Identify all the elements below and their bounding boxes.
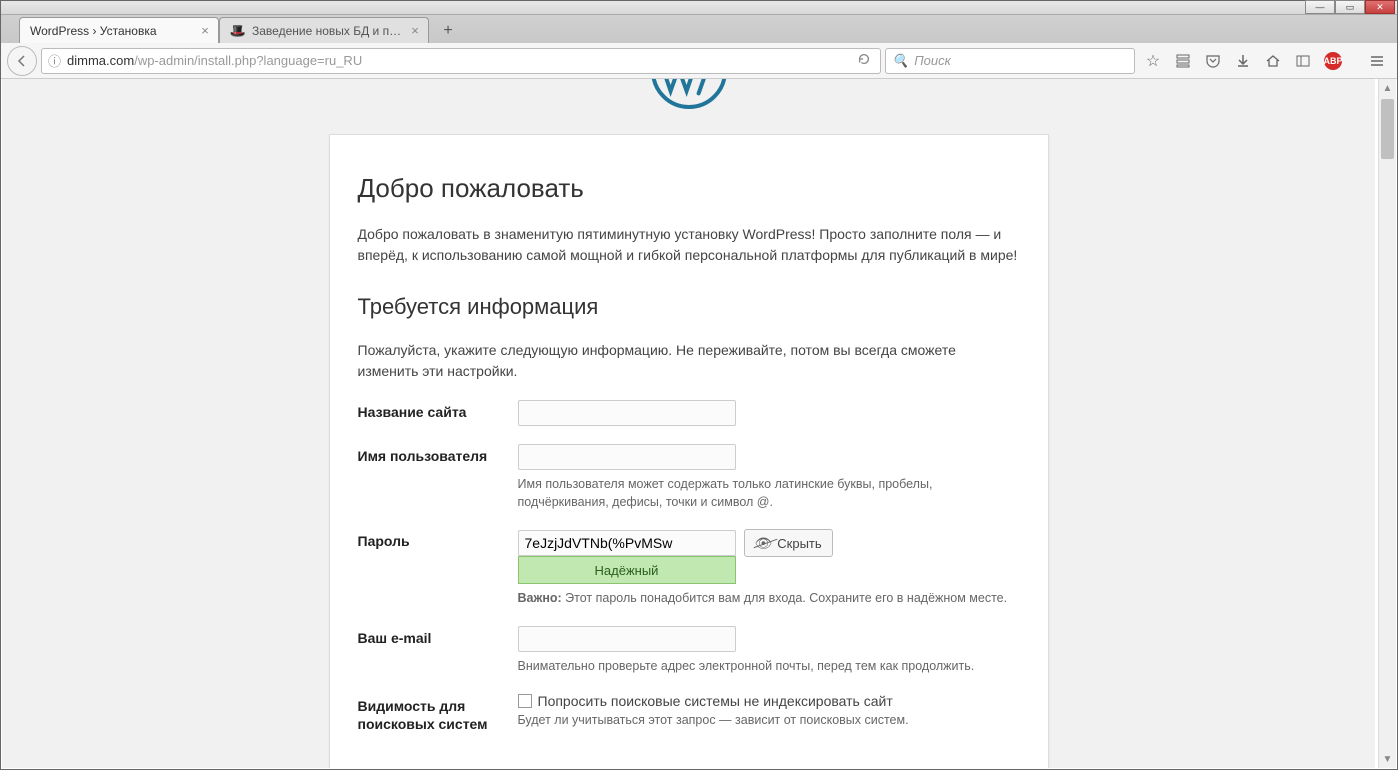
password-input[interactable] xyxy=(518,530,736,556)
browser-tabs-bar: WordPress › Установка × 🎩 Заведение новы… xyxy=(1,15,1397,43)
install-form-box: Добро пожаловать Добро пожаловать в знам… xyxy=(329,134,1049,768)
page-viewport: Добро пожаловать Добро пожаловать в знам… xyxy=(2,79,1375,768)
password-important-text: Этот пароль понадобится вам для входа. С… xyxy=(562,591,1007,605)
wordpress-logo-icon xyxy=(649,79,729,114)
hide-button-label: Скрыть xyxy=(777,536,821,551)
email-label: Ваш e-mail xyxy=(358,626,518,646)
back-button[interactable] xyxy=(7,46,37,76)
password-important-label: Важно: xyxy=(518,591,562,605)
browser-tab-active[interactable]: WordPress › Установка × xyxy=(19,17,219,43)
tab-close-icon[interactable]: × xyxy=(198,24,212,38)
username-hint: Имя пользователя может содержать только … xyxy=(358,476,1020,511)
password-strength-indicator: Надёжный xyxy=(518,556,736,584)
menu-icon[interactable] xyxy=(1363,47,1391,75)
tab-title: Заведение новых БД и по… xyxy=(252,24,404,38)
visibility-label: Видимость для поисковых систем xyxy=(358,693,518,733)
email-hint: Внимательно проверьте адрес электронной … xyxy=(358,658,1020,676)
info-required-text: Пожалуйста, укажите следующую информацию… xyxy=(358,340,1020,382)
reader-list-icon[interactable] xyxy=(1169,47,1197,75)
site-title-input[interactable] xyxy=(518,400,736,426)
tab-close-icon[interactable]: × xyxy=(408,24,422,38)
window-close-button[interactable]: ✕ xyxy=(1365,0,1395,14)
pocket-icon[interactable] xyxy=(1199,47,1227,75)
url-domain: dimma.com xyxy=(67,53,134,68)
checkbox-icon[interactable] xyxy=(518,694,532,708)
username-label: Имя пользователя xyxy=(358,444,518,464)
password-label: Пароль xyxy=(358,529,518,549)
site-title-label: Название сайта xyxy=(358,400,518,420)
new-tab-button[interactable]: + xyxy=(435,19,461,43)
search-icon: 🔍 xyxy=(892,53,908,69)
password-hint: Важно: Этот пароль понадобится вам для в… xyxy=(358,590,1020,608)
browser-tab-inactive[interactable]: 🎩 Заведение новых БД и по… × xyxy=(219,17,429,43)
search-bar[interactable]: 🔍 Поиск xyxy=(885,48,1135,74)
adblock-icon[interactable]: ABP xyxy=(1319,47,1347,75)
url-path: /wp-admin/install.php?language=ru_RU xyxy=(134,53,362,68)
info-required-heading: Требуется информация xyxy=(358,294,1020,320)
downloads-icon[interactable] xyxy=(1229,47,1257,75)
tab-title: WordPress › Установка xyxy=(30,24,194,38)
bookmark-star-icon[interactable]: ☆ xyxy=(1139,47,1167,75)
welcome-text: Добро пожаловать в знаменитую пятиминутн… xyxy=(358,224,1020,266)
url-bar[interactable]: ⓘ dimma.com/wp-admin/install.php?languag… xyxy=(41,48,881,74)
vertical-scrollbar[interactable]: ▲ ▼ xyxy=(1378,79,1396,768)
sidebar-icon[interactable] xyxy=(1289,47,1317,75)
eye-slash-icon: 👁 xyxy=(755,535,773,552)
window-maximize-button[interactable]: ▭ xyxy=(1335,0,1365,14)
browser-nav-bar: ⓘ dimma.com/wp-admin/install.php?languag… xyxy=(1,43,1397,79)
visibility-hint: Будет ли учитываться этот запрос — завис… xyxy=(518,713,1020,727)
welcome-heading: Добро пожаловать xyxy=(358,173,1020,204)
search-placeholder: Поиск xyxy=(914,53,951,68)
tab-favicon-icon: 🎩 xyxy=(230,23,246,39)
home-icon[interactable] xyxy=(1259,47,1287,75)
email-input[interactable] xyxy=(518,626,736,652)
site-info-icon[interactable]: ⓘ xyxy=(48,51,61,70)
visibility-checkbox-label: Попросить поисковые системы не индексиро… xyxy=(538,693,893,709)
username-input[interactable] xyxy=(518,444,736,470)
window-title-bar: — ▭ ✕ xyxy=(1,1,1397,15)
visibility-checkbox-row[interactable]: Попросить поисковые системы не индексиро… xyxy=(518,693,1020,709)
hide-password-button[interactable]: 👁 Скрыть xyxy=(744,529,833,557)
scroll-thumb[interactable] xyxy=(1381,99,1394,159)
reload-button[interactable] xyxy=(854,52,874,69)
scroll-down-icon[interactable]: ▼ xyxy=(1379,750,1396,768)
window-minimize-button[interactable]: — xyxy=(1305,0,1335,14)
scroll-up-icon[interactable]: ▲ xyxy=(1379,79,1396,97)
